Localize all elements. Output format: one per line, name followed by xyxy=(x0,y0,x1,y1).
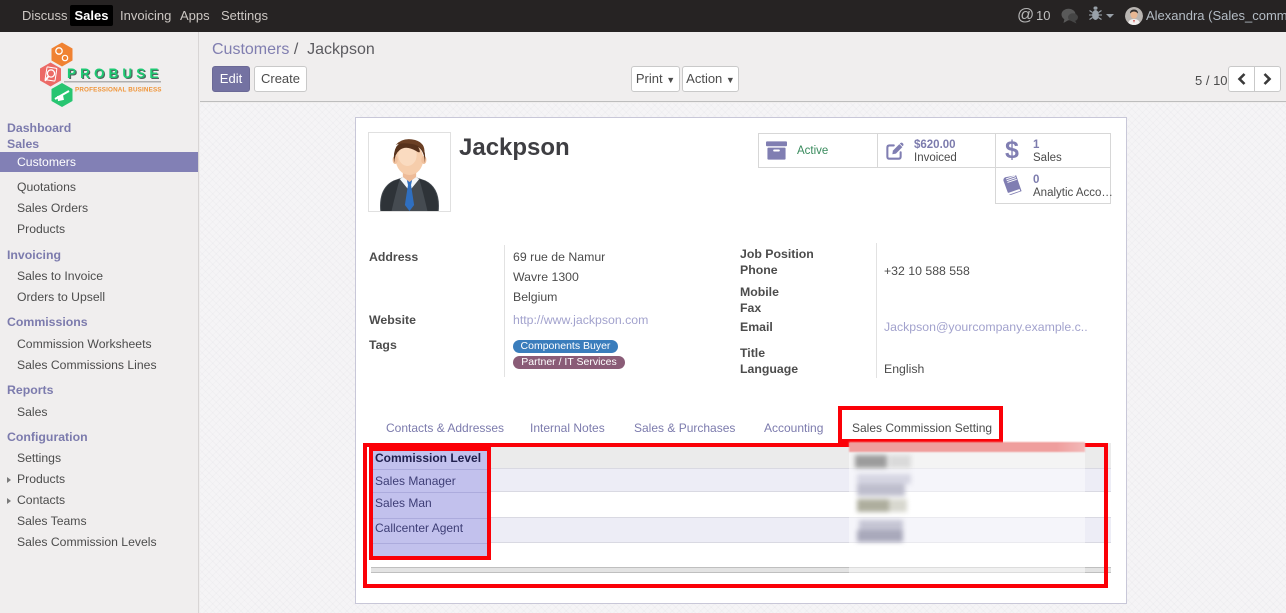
svg-text:PROFESSIONAL BUSINESS: PROFESSIONAL BUSINESS xyxy=(75,87,162,94)
svg-text:PROBUSE: PROBUSE xyxy=(67,66,162,81)
